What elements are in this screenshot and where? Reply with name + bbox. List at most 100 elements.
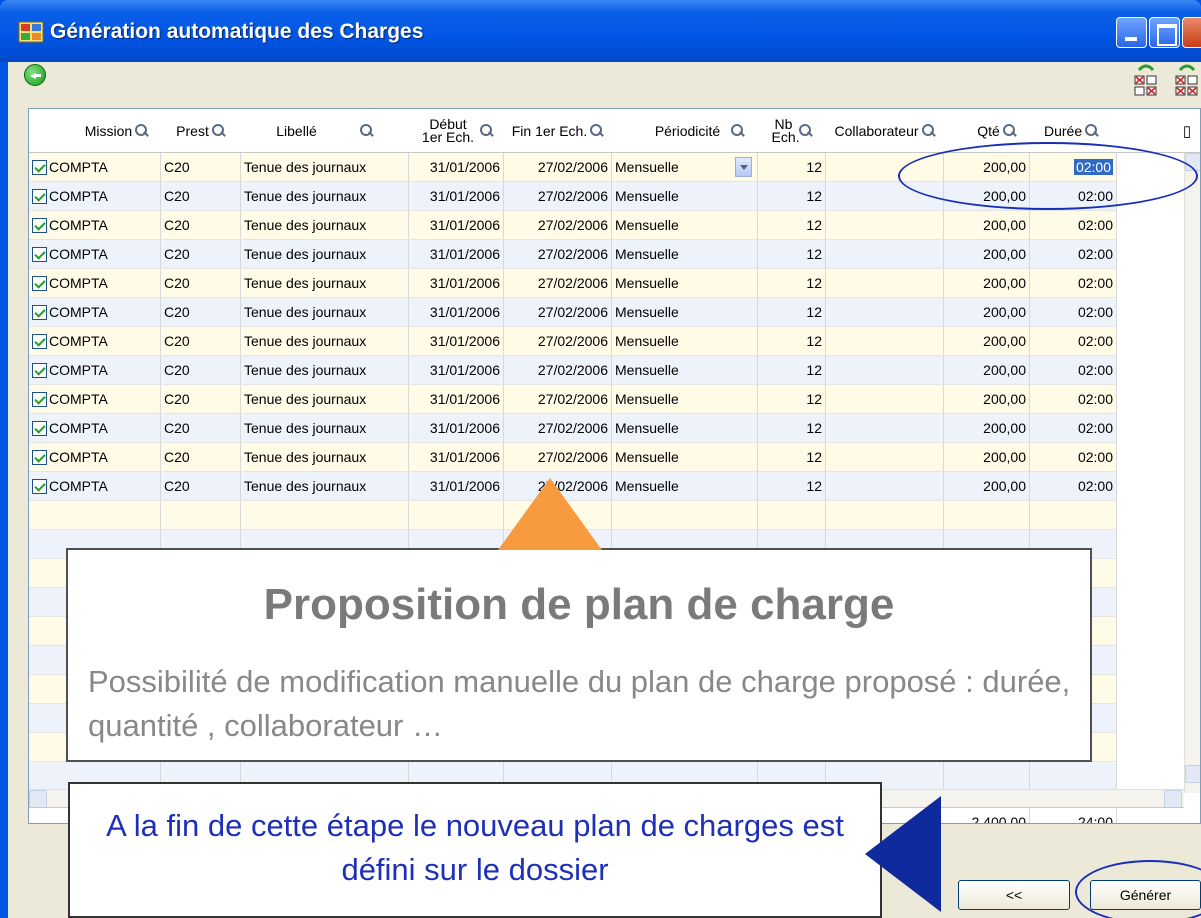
table-row[interactable]: COMPTA C20 Tenue des journaux 31/01/2006 27/… bbox=[29, 211, 1117, 240]
cell-duree[interactable]: 02:00 bbox=[1030, 356, 1117, 384]
search-icon[interactable] bbox=[480, 124, 494, 138]
cell-periodicite[interactable]: Mensuelle bbox=[612, 153, 758, 181]
row-checkbox[interactable] bbox=[32, 217, 47, 233]
row-checkbox[interactable] bbox=[32, 159, 47, 175]
row-checkbox[interactable] bbox=[32, 478, 47, 494]
row-checkbox[interactable] bbox=[32, 246, 47, 262]
cell-debut[interactable]: 31/01/2006 bbox=[409, 240, 504, 268]
cell-fin[interactable]: 27/02/2006 bbox=[504, 356, 612, 384]
header-mission[interactable]: Mission bbox=[73, 109, 161, 153]
table-row[interactable]: COMPTA C20 Tenue des journaux 31/01/2006 27/… bbox=[29, 269, 1117, 298]
cell-debut[interactable]: 31/01/2006 bbox=[409, 298, 504, 326]
cell-qte[interactable]: 200,00 bbox=[944, 385, 1030, 413]
cell-libelle[interactable]: Tenue des journaux bbox=[241, 472, 409, 500]
row-checkbox[interactable] bbox=[32, 449, 47, 465]
cell-libelle[interactable]: Tenue des journaux bbox=[241, 443, 409, 471]
cell-nb[interactable]: 12 bbox=[758, 472, 826, 500]
cell-fin[interactable]: 27/02/2006 bbox=[504, 298, 612, 326]
cell-nb[interactable]: 12 bbox=[758, 298, 826, 326]
cell-prest[interactable]: C20 bbox=[161, 269, 241, 297]
scroll-down-button[interactable] bbox=[1185, 765, 1200, 783]
cell-duree[interactable]: 02:00 bbox=[1030, 414, 1117, 442]
cell-libelle[interactable]: Tenue des journaux bbox=[241, 385, 409, 413]
cell-debut[interactable]: 31/01/2006 bbox=[409, 211, 504, 239]
row-checkbox[interactable] bbox=[32, 275, 47, 291]
cell-collaborateur[interactable] bbox=[826, 240, 944, 268]
cell-collaborateur[interactable] bbox=[826, 211, 944, 239]
cell-duree[interactable]: 02:00 bbox=[1030, 472, 1117, 500]
cell-mission[interactable]: COMPTA bbox=[29, 153, 161, 181]
search-icon[interactable] bbox=[211, 124, 226, 138]
row-checkbox[interactable] bbox=[32, 304, 47, 320]
cell-duree[interactable]: 02:00 bbox=[1030, 211, 1117, 239]
cell-qte[interactable]: 200,00 bbox=[944, 211, 1030, 239]
cell-periodicite[interactable]: Mensuelle bbox=[612, 211, 758, 239]
cell-duree[interactable]: 02:00 bbox=[1030, 269, 1117, 297]
cell-nb[interactable]: 12 bbox=[758, 356, 826, 384]
cell-mission[interactable]: COMPTA bbox=[29, 327, 161, 355]
cell-qte[interactable]: 200,00 bbox=[944, 443, 1030, 471]
table-row[interactable]: COMPTA C20 Tenue des journaux 31/01/2006 27/… bbox=[29, 327, 1117, 356]
search-icon[interactable] bbox=[1002, 124, 1017, 138]
cell-mission[interactable]: COMPTA bbox=[29, 240, 161, 268]
cell-libelle[interactable]: Tenue des journaux bbox=[241, 269, 409, 297]
cell-prest[interactable]: C20 bbox=[161, 385, 241, 413]
generate-icon[interactable] bbox=[1133, 60, 1159, 98]
cell-nb[interactable]: 12 bbox=[758, 211, 826, 239]
cell-collaborateur[interactable] bbox=[826, 414, 944, 442]
cell-fin[interactable]: 27/02/2006 bbox=[504, 153, 612, 181]
row-checkbox[interactable] bbox=[32, 362, 47, 378]
cell-collaborateur[interactable] bbox=[826, 327, 944, 355]
header-nb[interactable]: Nb Ech. bbox=[758, 109, 826, 153]
cell-nb[interactable]: 12 bbox=[758, 153, 826, 181]
cell-duree[interactable]: 02:00 bbox=[1030, 385, 1117, 413]
cell-debut[interactable]: 31/01/2006 bbox=[409, 269, 504, 297]
cell-debut[interactable]: 31/01/2006 bbox=[409, 472, 504, 500]
cell-prest[interactable]: C20 bbox=[161, 240, 241, 268]
cell-periodicite[interactable]: Mensuelle bbox=[612, 298, 758, 326]
cell-nb[interactable]: 12 bbox=[758, 443, 826, 471]
vertical-scrollbar[interactable] bbox=[1184, 153, 1200, 793]
cell-mission[interactable]: COMPTA bbox=[29, 182, 161, 210]
cell-fin[interactable]: 27/02/2006 bbox=[504, 443, 612, 471]
cell-mission[interactable]: COMPTA bbox=[29, 269, 161, 297]
cell-qte[interactable]: 200,00 bbox=[944, 298, 1030, 326]
cell-fin[interactable]: 27/02/2006 bbox=[504, 240, 612, 268]
header-fin[interactable]: Fin 1er Ech. bbox=[504, 109, 612, 153]
cell-mission[interactable]: COMPTA bbox=[29, 356, 161, 384]
cell-libelle[interactable]: Tenue des journaux bbox=[241, 153, 409, 181]
cell-nb[interactable]: 12 bbox=[758, 240, 826, 268]
cell-collaborateur[interactable] bbox=[826, 472, 944, 500]
cell-prest[interactable]: C20 bbox=[161, 443, 241, 471]
search-icon[interactable] bbox=[731, 124, 745, 138]
table-row[interactable]: COMPTA C20 Tenue des journaux 31/01/2006 27/… bbox=[29, 443, 1117, 472]
cell-duree[interactable]: 02:00 bbox=[1030, 443, 1117, 471]
cell-libelle[interactable]: Tenue des journaux bbox=[241, 240, 409, 268]
cell-qte[interactable]: 200,00 bbox=[944, 327, 1030, 355]
cell-mission[interactable]: COMPTA bbox=[29, 211, 161, 239]
cell-mission[interactable]: COMPTA bbox=[29, 385, 161, 413]
cell-periodicite[interactable]: Mensuelle bbox=[612, 182, 758, 210]
scroll-left-button[interactable] bbox=[29, 790, 47, 808]
cell-prest[interactable]: C20 bbox=[161, 153, 241, 181]
cell-prest[interactable]: C20 bbox=[161, 211, 241, 239]
cell-libelle[interactable]: Tenue des journaux bbox=[241, 356, 409, 384]
cell-nb[interactable]: 12 bbox=[758, 182, 826, 210]
cell-qte[interactable]: 200,00 bbox=[944, 472, 1030, 500]
search-icon[interactable] bbox=[135, 124, 149, 138]
search-icon[interactable] bbox=[359, 124, 374, 138]
previous-button[interactable]: << bbox=[958, 880, 1070, 910]
cell-prest[interactable]: C20 bbox=[161, 472, 241, 500]
search-icon[interactable] bbox=[798, 124, 813, 138]
cell-nb[interactable]: 12 bbox=[758, 327, 826, 355]
table-row[interactable]: COMPTA C20 Tenue des journaux 31/01/2006 27/… bbox=[29, 414, 1117, 443]
cell-qte[interactable]: 200,00 bbox=[944, 240, 1030, 268]
cell-fin[interactable]: 27/02/2006 bbox=[504, 211, 612, 239]
row-checkbox[interactable] bbox=[32, 333, 47, 349]
cell-nb[interactable]: 12 bbox=[758, 269, 826, 297]
back-arrow-icon[interactable] bbox=[24, 64, 46, 86]
cell-collaborateur[interactable] bbox=[826, 443, 944, 471]
cell-fin[interactable]: 27/02/2006 bbox=[504, 385, 612, 413]
dropdown-icon[interactable] bbox=[735, 157, 752, 177]
cell-prest[interactable]: C20 bbox=[161, 327, 241, 355]
